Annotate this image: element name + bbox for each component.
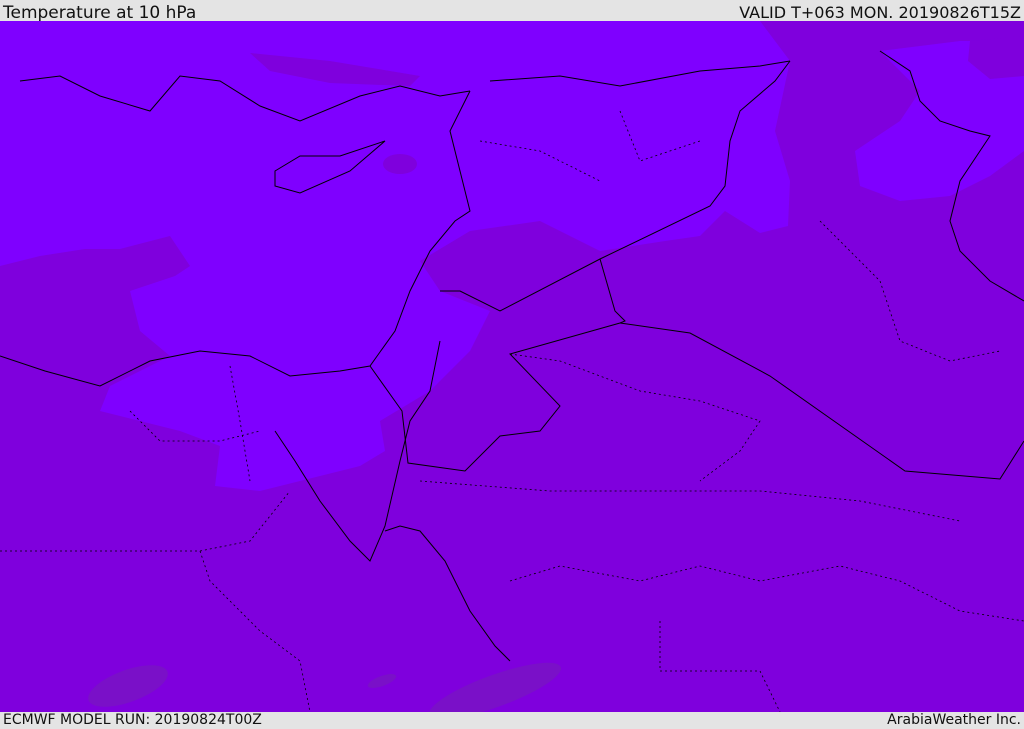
temperature-map	[0, 21, 1024, 712]
credit-label: ArabiaWeather Inc.	[887, 712, 1021, 728]
header-bar: Temperature at 10 hPa VALID T+063 MON. 2…	[0, 0, 1024, 23]
model-run-label: ECMWF MODEL RUN: 20190824T00Z	[3, 712, 262, 728]
footer-bar: ECMWF MODEL RUN: 20190824T00Z ArabiaWeat…	[0, 712, 1024, 729]
valid-time: VALID T+063 MON. 20190826T15Z	[739, 3, 1021, 22]
cool-patch-cyprus	[383, 154, 417, 174]
map-title: Temperature at 10 hPa	[3, 3, 197, 23]
